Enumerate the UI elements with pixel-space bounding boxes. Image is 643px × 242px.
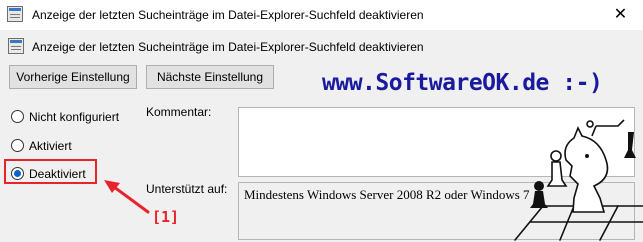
supported-on-field: Mindestens Windows Server 2008 R2 oder W… [238,182,635,240]
radio-button[interactable] [11,110,24,123]
policy-setting-icon [7,6,23,22]
supported-on-label: Unterstützt auf: [146,182,228,196]
comment-textarea[interactable] [238,107,635,177]
setting-title: Anzeige der letzten Sucheinträge im Date… [32,40,424,54]
previous-setting-button[interactable]: Vorherige Einstellung [9,65,137,89]
option-not-configured[interactable]: Nicht konfiguriert [9,107,129,127]
option-label: Aktiviert [29,139,72,153]
window-title: Anzeige der letzten Sucheinträge im Date… [32,8,424,22]
next-setting-button[interactable]: Nächste Einstellung [146,65,274,89]
option-enabled[interactable]: Aktiviert [9,136,129,156]
radio-button[interactable] [11,139,24,152]
dialog-body: Anzeige der letzten Sucheinträge im Date… [0,30,643,242]
policy-setting-icon [8,38,24,54]
annotation-highlight-box [4,159,97,184]
watermark-text: www.SoftwareOK.de :-) [322,70,603,96]
comment-label: Kommentar: [146,105,212,119]
annotation-label: [1] [152,208,180,226]
close-button[interactable]: ✕ [598,0,643,30]
supported-on-value: Mindestens Windows Server 2008 R2 oder W… [244,187,530,202]
title-bar: Anzeige der letzten Sucheinträge im Date… [0,0,643,30]
option-label: Nicht konfiguriert [29,110,120,124]
